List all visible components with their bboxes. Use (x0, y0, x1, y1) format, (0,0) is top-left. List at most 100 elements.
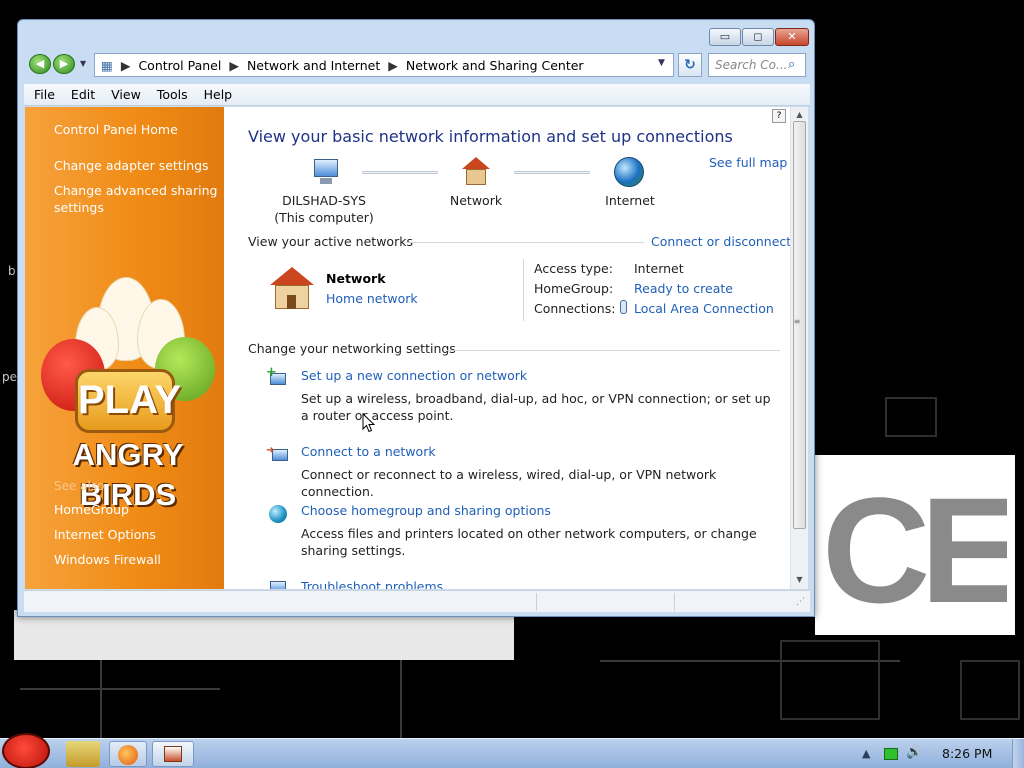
troubleshoot-icon (266, 579, 290, 589)
back-button[interactable]: ◀ (29, 54, 51, 74)
connect-to-network-desc: Connect or reconnect to a wireless, wire… (301, 467, 717, 499)
show-hidden-icons-icon[interactable]: ▲ (862, 747, 870, 760)
maximize-button[interactable]: ◻ (742, 28, 774, 46)
clock[interactable]: 8:26 PM (942, 746, 992, 761)
minimize-button[interactable]: ▭ (709, 28, 741, 46)
resize-grip-icon[interactable]: ⋰ (796, 597, 805, 607)
breadcrumb-network-and-internet[interactable]: Network and Internet (247, 58, 380, 73)
sidebar-homegroup[interactable]: HomeGroup (54, 501, 129, 518)
menu-edit[interactable]: Edit (71, 87, 95, 102)
main-content: ? View your basic network information an… (224, 107, 790, 589)
connect-or-disconnect-link[interactable]: Connect or disconnect (651, 234, 790, 249)
sidebar-change-advanced-sharing[interactable]: Change advanced sharing settings (54, 182, 219, 216)
scroll-down-arrow-icon[interactable]: ▼ (791, 575, 808, 584)
access-type-label: Access type: (534, 261, 613, 276)
status-divider (536, 593, 537, 611)
homegroup-sharing-desc: Access files and printers located on oth… (301, 526, 757, 558)
change-settings-heading: Change your networking settings (248, 341, 456, 356)
computer-subtitle: (This computer) (274, 210, 374, 225)
menu-bar: File Edit View Tools Help (24, 84, 810, 106)
menu-tools[interactable]: Tools (157, 87, 188, 102)
close-button[interactable]: ✕ (775, 28, 809, 46)
menu-help[interactable]: Help (204, 87, 233, 102)
computer-name: DILSHAD-SYS (282, 193, 366, 208)
homegroup-ready-link[interactable]: Ready to create (634, 281, 733, 296)
search-icon[interactable]: ⌕ (788, 57, 795, 72)
breadcrumb-separator-icon: ▶ (229, 57, 239, 73)
sidebar-internet-options[interactable]: Internet Options (54, 526, 156, 543)
recent-pages-chevron-down-icon[interactable]: ▼ (80, 59, 86, 68)
ethernet-icon (620, 300, 627, 314)
sidebar-change-adapter-settings[interactable]: Change adapter settings (54, 157, 219, 174)
sidebar-control-panel-home[interactable]: Control Panel Home (54, 121, 178, 138)
menu-view[interactable]: View (111, 87, 141, 102)
map-connector (362, 171, 438, 174)
map-connector (514, 171, 590, 174)
desktop-decoration (960, 660, 1020, 720)
control-panel-taskbar-icon[interactable] (152, 741, 194, 767)
local-area-connection-link[interactable]: Local Area Connection (634, 301, 774, 316)
internet-map-label[interactable]: Internet (590, 193, 670, 208)
desktop-edge-text: pe (2, 370, 17, 384)
breadcrumb-separator-icon: ▶ (388, 57, 398, 73)
sidebar-windows-firewall[interactable]: Windows Firewall (54, 551, 161, 568)
address-bar: ◀ ▶ ▼ ▦ ▶ Control Panel ▶ Network and In… (26, 53, 806, 79)
forward-button[interactable]: ▶ (53, 54, 75, 74)
control-panel-icon: ▦ (101, 57, 113, 73)
page-title: View your basic network information and … (248, 127, 733, 146)
angry-birds-logo: ANGRY BIRDS (72, 437, 184, 512)
divider (523, 259, 524, 321)
connect-network-icon: ➜ (266, 443, 290, 465)
troubleshoot-problems-link[interactable]: Troubleshoot problems (301, 579, 443, 589)
divider (446, 350, 780, 351)
home-network-icon[interactable] (268, 267, 316, 311)
computer-icon (310, 159, 342, 185)
menu-file[interactable]: File (34, 87, 55, 102)
active-networks-heading: View your active networks (248, 234, 413, 249)
network-type-link[interactable]: Home network (326, 291, 418, 306)
background-logo: CE (822, 478, 1007, 623)
homegroup-label: HomeGroup: (534, 281, 614, 296)
network-status-icon[interactable] (884, 748, 898, 760)
scroll-up-arrow-icon[interactable]: ▲ (791, 110, 808, 119)
vertical-scrollbar[interactable]: ▲ ≡ ▼ (790, 107, 808, 589)
network-map-label[interactable]: Network (436, 193, 516, 208)
desktop-edge-text: b (8, 264, 16, 278)
angry-birds-promo: PLAY ANGRY BIRDS (35, 277, 220, 512)
status-bar: ⋰ (24, 590, 810, 612)
help-icon[interactable]: ? (772, 109, 786, 123)
mouse-cursor-icon (362, 413, 376, 433)
new-connection-icon: + (266, 366, 290, 389)
title-bar[interactable]: ▭ ◻ ✕ (18, 20, 814, 50)
address-field[interactable]: ▦ ▶ Control Panel ▶ Network and Internet… (94, 53, 674, 77)
homegroup-icon (266, 503, 290, 525)
internet-globe-icon (614, 157, 644, 187)
taskbar: ▲ 🔊 8:26 PM (0, 733, 1024, 768)
play-button[interactable]: PLAY (75, 369, 181, 433)
scroll-grip-icon: ≡ (793, 317, 801, 326)
explorer-taskbar-icon[interactable] (66, 741, 100, 767)
address-dropdown-chevron-down-icon[interactable]: ▼ (658, 58, 665, 68)
connections-label: Connections: (534, 301, 616, 316)
network-sharing-center-window: ▭ ◻ ✕ ◀ ▶ ▼ ▦ ▶ Control Panel ▶ Network … (17, 19, 815, 617)
background-window-strip (14, 610, 514, 660)
show-desktop-button[interactable] (1012, 739, 1024, 768)
volume-icon[interactable]: 🔊 (906, 745, 922, 760)
refresh-button[interactable]: ↻ (678, 53, 702, 77)
firefox-taskbar-icon[interactable] (109, 741, 147, 767)
homegroup-sharing-link[interactable]: Choose homegroup and sharing options (301, 503, 551, 518)
desktop-decoration (20, 688, 220, 690)
active-network-name: Network (326, 271, 386, 286)
breadcrumb-network-sharing-center[interactable]: Network and Sharing Center (406, 58, 584, 73)
divider (404, 242, 644, 243)
connect-to-network-link[interactable]: Connect to a network (301, 444, 436, 459)
breadcrumb-separator-icon: ▶ (120, 57, 131, 73)
setup-new-connection-link[interactable]: Set up a new connection or network (301, 368, 527, 383)
sidebar: Control Panel Home Change adapter settin… (25, 107, 224, 589)
status-divider (674, 593, 675, 611)
see-full-map-link[interactable]: See full map (709, 155, 787, 170)
breadcrumb-control-panel[interactable]: Control Panel (138, 58, 221, 73)
start-button[interactable] (2, 733, 50, 768)
access-type-value: Internet (634, 261, 684, 276)
desktop-decoration (780, 640, 880, 720)
